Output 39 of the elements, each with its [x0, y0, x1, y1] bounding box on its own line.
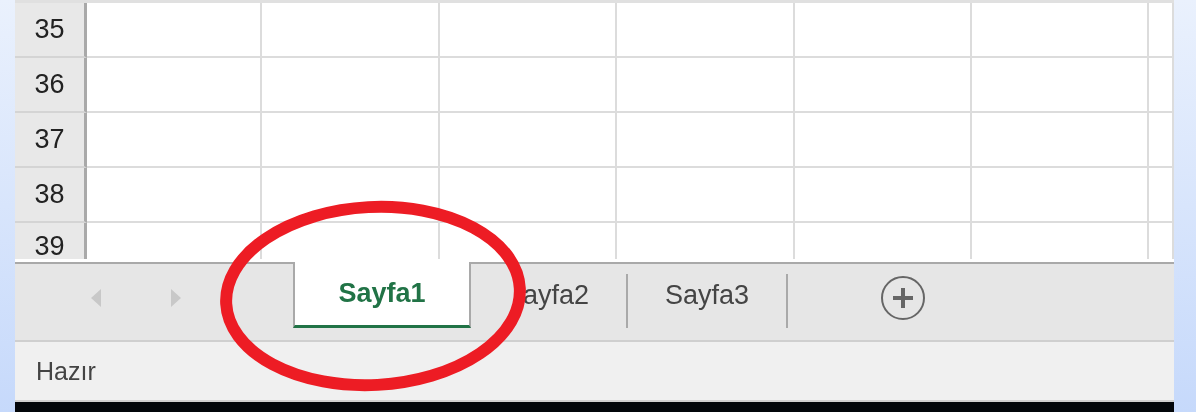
row-number: 38	[34, 181, 65, 208]
grid-cell[interactable]	[440, 168, 617, 223]
scroll-left-icon[interactable]	[91, 289, 101, 307]
grid-cell[interactable]	[440, 58, 617, 113]
grid-cell[interactable]	[617, 113, 795, 168]
grid-cell[interactable]	[1149, 113, 1174, 168]
grid-cell[interactable]	[440, 3, 617, 58]
row-number: 39	[34, 233, 65, 259]
grid-cell[interactable]	[1149, 168, 1174, 223]
grid-cell[interactable]	[972, 58, 1149, 113]
scroll-right-icon[interactable]	[171, 289, 181, 307]
add-sheet-icon[interactable]	[880, 275, 927, 321]
grid-cell[interactable]	[262, 58, 440, 113]
grid-cell[interactable]	[617, 3, 795, 58]
grid-cell[interactable]	[972, 113, 1149, 168]
row-number: 36	[34, 71, 65, 98]
grid-cell[interactable]	[617, 58, 795, 113]
grid-cell[interactable]	[87, 168, 262, 223]
grid-cell[interactable]	[87, 113, 262, 168]
grid-cell[interactable]	[795, 113, 972, 168]
grid-cell[interactable]	[795, 3, 972, 58]
row-number: 35	[34, 16, 65, 43]
grid-cell[interactable]	[972, 168, 1149, 223]
sheet-tab[interactable]: Sayfa1	[293, 262, 471, 328]
grid-cell[interactable]	[262, 3, 440, 58]
grid-cell[interactable]	[1149, 58, 1174, 113]
grid-cell[interactable]	[87, 58, 262, 113]
grid-cell[interactable]	[972, 3, 1149, 58]
grid-cell[interactable]	[440, 113, 617, 168]
grid-cell[interactable]	[617, 168, 795, 223]
grid-cell[interactable]	[1149, 3, 1174, 58]
status-text: Hazır	[36, 356, 96, 386]
sheet-tab[interactable]: Sayfa3	[628, 264, 787, 326]
grid-cell[interactable]	[262, 168, 440, 223]
grid-cell[interactable]	[795, 58, 972, 113]
row-number: 37	[34, 126, 65, 153]
grid-cell[interactable]	[262, 113, 440, 168]
grid-cell[interactable]	[795, 168, 972, 223]
grid-cell[interactable]	[87, 3, 262, 58]
